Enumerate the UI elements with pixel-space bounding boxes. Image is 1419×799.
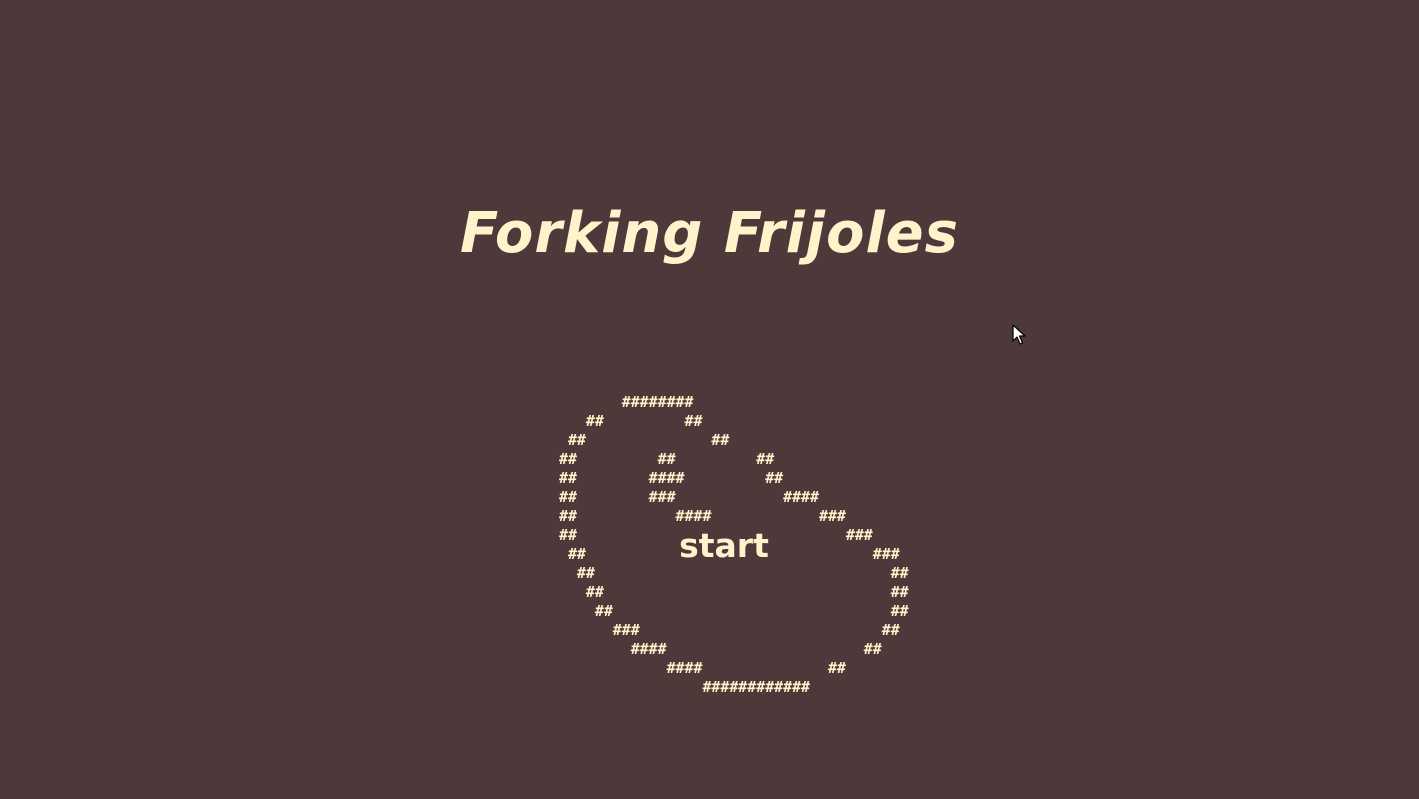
mouse-pointer-icon	[1012, 324, 1026, 345]
title-screen: Forking Frijoles ######## ## ## ## ## ##…	[0, 0, 1419, 799]
start-button[interactable]: start	[664, 522, 784, 570]
game-title: Forking Frijoles	[460, 201, 959, 266]
